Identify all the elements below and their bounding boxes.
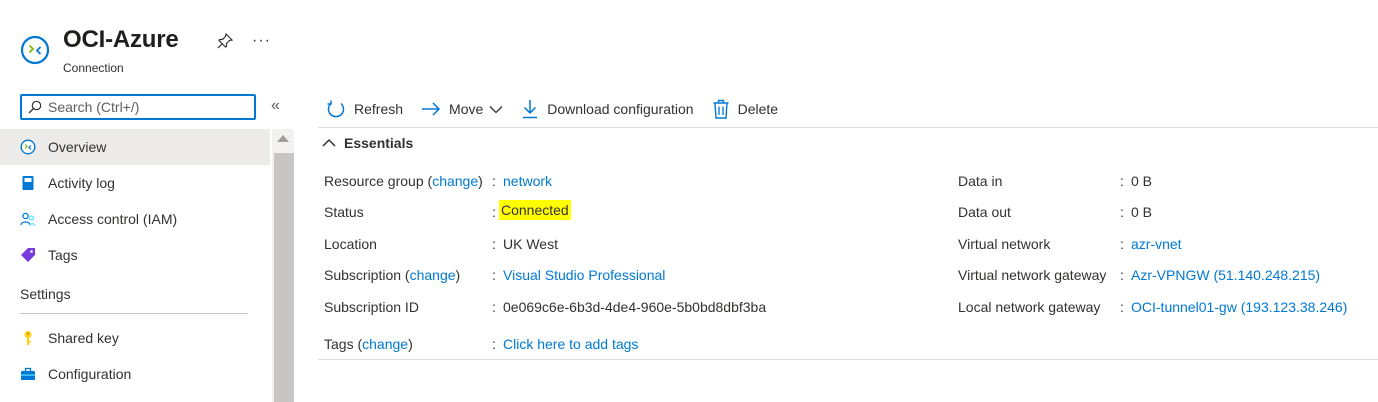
vnet-gateway-label: Virtual network gateway [958,267,1107,283]
resource-header: OCI-Azure Connection ··· [0,0,1378,90]
arrow-right-icon [422,102,441,116]
sidebar-scrollbar[interactable] [272,129,294,402]
sidebar: « Overview Activity log [0,90,296,402]
activity-log-icon [20,175,36,191]
nav-item-label: Shared key [48,330,119,346]
move-label: Move [449,101,484,117]
essentials-toggle[interactable]: Essentials [322,135,413,151]
scroll-thumb[interactable] [274,153,294,402]
subscription-change-link[interactable]: change [410,267,456,283]
refresh-button[interactable]: Refresh [326,99,403,119]
download-icon [523,100,538,119]
nav-item-access-control[interactable]: Access control (IAM) [0,201,270,237]
more-options-icon[interactable]: ··· [252,32,271,50]
nav-item-activity-log[interactable]: Activity log [0,165,270,201]
data-out-label: Data out [958,204,1011,220]
subscription-label: Subscription (change) [324,267,461,283]
virtual-network-value[interactable]: azr-vnet [1131,236,1182,252]
key-icon [20,330,36,346]
download-configuration-button[interactable]: Download configuration [521,99,694,119]
nav-item-tags[interactable]: Tags [0,237,270,273]
nav-item-label: Activity log [48,175,115,191]
search-icon [28,100,42,114]
settings-section-header: Settings [20,286,71,302]
download-label: Download configuration [547,101,694,117]
nav-item-configuration[interactable]: Configuration [0,356,270,392]
subscription-id-label: Subscription ID [324,299,419,315]
search-input[interactable] [48,99,238,115]
local-gateway-label: Local network gateway [958,299,1101,315]
refresh-label: Refresh [354,101,404,117]
page-subtitle: Connection [63,61,124,75]
virtual-network-label: Virtual network [958,236,1051,252]
connection-icon [20,139,36,155]
add-tags-link[interactable]: Click here to add tags [503,336,638,352]
toolbar-divider [318,127,1378,128]
status-value: Connected [499,200,571,220]
status-label: Status [324,204,364,220]
essentials-title: Essentials [344,135,414,151]
page-title: OCI-Azure [63,26,179,53]
move-button[interactable]: Move [421,99,503,119]
nav-list: Overview Activity log Access control (IA… [0,129,270,392]
collapse-sidebar-icon[interactable]: « [271,97,280,115]
command-bar: Refresh Move Download configuration Dele… [318,91,1378,127]
toolbox-icon [20,366,36,382]
nav-item-overview[interactable]: Overview [0,129,270,165]
nav-item-label: Access control (IAM) [48,211,178,227]
resource-group-label: Resource group (change) [324,173,483,189]
people-icon [20,211,36,227]
local-gateway-value[interactable]: OCI-tunnel01-gw (193.123.38.246) [1131,299,1347,315]
resource-group-change-link[interactable]: change [432,173,478,189]
nav-item-shared-key[interactable]: Shared key [0,320,270,356]
tags-change-link[interactable]: change [362,336,408,352]
essentials-divider [318,359,1378,360]
nav-item-label: Configuration [48,366,132,382]
subscription-value[interactable]: Visual Studio Professional [503,267,665,283]
delete-button[interactable]: Delete [712,99,778,119]
pin-icon[interactable] [216,32,234,50]
tags-label: Tags (change) [324,336,413,352]
section-divider [20,313,248,314]
chevron-down-icon [489,106,503,114]
subscription-id-value: 0e069c6e-6b3d-4de4-960e-5b0bd8dbf3ba [503,299,767,315]
vnet-gateway-value[interactable]: Azr-VPNGW (51.140.248.215) [1131,267,1320,283]
tag-icon [20,247,36,263]
location-value: UK West [503,236,558,252]
status-badge: Connected [499,200,571,220]
resource-group-value[interactable]: network [503,173,552,189]
refresh-icon [327,100,345,118]
data-out-value: 0 B [1131,204,1153,220]
trash-icon [713,99,729,119]
chevron-up-icon [322,138,336,147]
search-box[interactable] [20,94,256,120]
data-in-value: 0 B [1131,173,1153,189]
connection-icon [20,35,50,65]
delete-label: Delete [737,101,779,117]
data-in-label: Data in [958,173,1003,189]
nav-item-label: Overview [48,139,107,155]
nav-item-label: Tags [48,247,78,263]
location-label: Location [324,236,377,252]
scroll-up-icon[interactable] [277,135,289,142]
